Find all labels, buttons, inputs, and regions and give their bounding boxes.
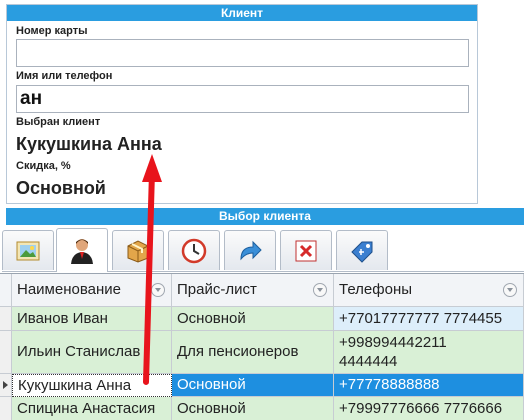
discount-value: Основной xyxy=(16,178,106,198)
card-number-input[interactable] xyxy=(16,39,469,67)
tab-strip xyxy=(2,228,524,272)
clients-table: Наименование Прайс-лист Телефоны Иванов … xyxy=(0,273,524,420)
box-icon xyxy=(127,239,149,263)
column-header-name-label: Наименование xyxy=(17,281,121,298)
cell-price-list[interactable]: Основной xyxy=(172,397,334,420)
discount-label: Скидка, % xyxy=(16,160,71,172)
selected-client-label: Выбран клиент xyxy=(16,116,101,128)
row-indicator xyxy=(0,374,12,397)
name-phone-input[interactable] xyxy=(16,85,469,113)
cell-phones-line-1: +998994442211 xyxy=(339,334,447,351)
cell-price-list[interactable]: Для пенсионеров xyxy=(172,331,334,374)
cell-name[interactable]: Иванов Иван xyxy=(12,307,172,331)
picture-icon xyxy=(16,241,40,260)
cell-price-list[interactable]: Основной xyxy=(172,307,334,331)
name-phone-label: Имя или телефон xyxy=(16,70,113,82)
cell-price-list[interactable]: Основной xyxy=(172,374,334,397)
table-row[interactable]: Иванов Иван Основной +77017777777 777445… xyxy=(0,307,524,331)
cell-phones[interactable]: +79997776666 7776666 xyxy=(334,397,524,420)
row-indicator-header xyxy=(0,274,12,307)
row-indicator xyxy=(0,307,12,331)
column-header-price-list-label: Прайс-лист xyxy=(177,281,257,298)
filter-icon[interactable] xyxy=(313,283,327,297)
cell-name[interactable]: Спицина Анастасия xyxy=(12,397,172,420)
tab-picture[interactable] xyxy=(2,230,54,270)
delete-icon xyxy=(295,240,317,261)
current-row-pointer-icon xyxy=(3,381,8,389)
column-header-name[interactable]: Наименование xyxy=(12,274,172,307)
cell-phones-line-2: 4444444 xyxy=(339,353,398,370)
price-tag-icon xyxy=(351,241,373,263)
clock-icon xyxy=(181,238,207,263)
column-header-phones-label: Телефоны xyxy=(339,281,413,298)
tab-client[interactable] xyxy=(56,228,108,272)
cell-phones[interactable]: +77778888888 xyxy=(334,374,524,397)
cell-phones[interactable]: +998994442211 4444444 xyxy=(334,331,524,374)
card-number-label: Номер карты xyxy=(16,25,88,37)
row-indicator xyxy=(0,331,12,374)
tab-redo[interactable] xyxy=(224,230,276,270)
tab-price[interactable] xyxy=(336,230,388,270)
column-header-phones[interactable]: Телефоны xyxy=(334,274,524,307)
selected-client-value: Кукушкина Анна xyxy=(16,134,162,154)
cell-name[interactable]: Ильин Станислав xyxy=(12,331,172,374)
redo-arrow-icon xyxy=(240,240,262,260)
tab-delete[interactable] xyxy=(280,230,332,270)
cell-name[interactable]: Кукушкина Анна xyxy=(12,374,172,397)
filter-icon[interactable] xyxy=(503,283,517,297)
client-panel: Клиент Номер карты Имя или телефон Выбра… xyxy=(6,4,478,204)
tab-history[interactable] xyxy=(168,230,220,270)
filter-icon[interactable] xyxy=(151,283,165,297)
tab-product[interactable] xyxy=(112,230,164,270)
cell-phones[interactable]: +77017777777 7774455 xyxy=(334,307,524,331)
table-header: Наименование Прайс-лист Телефоны xyxy=(0,274,524,307)
column-header-price-list[interactable]: Прайс-лист xyxy=(172,274,334,307)
table-row[interactable]: Спицина Анастасия Основной +79997776666 … xyxy=(0,397,524,420)
client-selection-title: Выбор клиента xyxy=(6,208,524,225)
person-icon xyxy=(71,238,93,264)
client-panel-title: Клиент xyxy=(7,5,477,21)
row-indicator xyxy=(0,397,12,420)
table-row[interactable]: Ильин Станислав Для пенсионеров +9989944… xyxy=(0,331,524,374)
table-row-selected[interactable]: Кукушкина Анна Основной +77778888888 xyxy=(0,374,524,397)
